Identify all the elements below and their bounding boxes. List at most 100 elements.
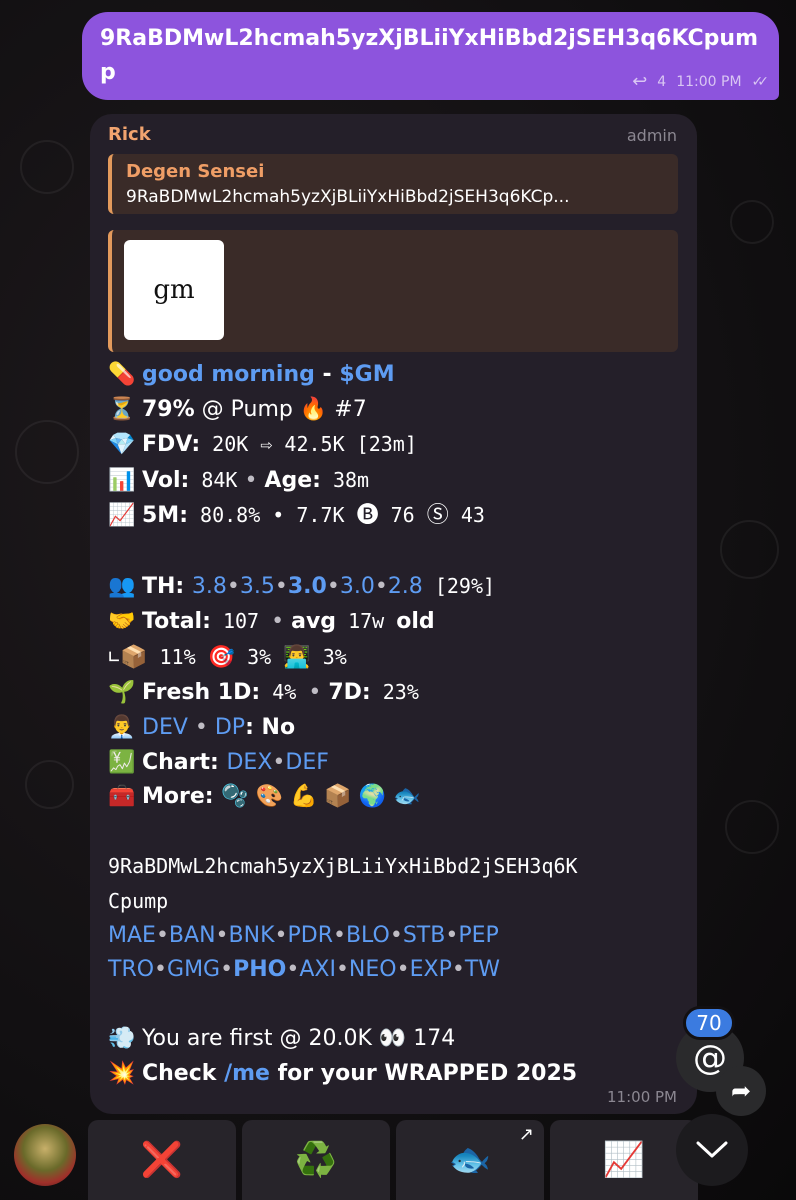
total-value: 107 [210,609,272,634]
preview-thumbnail: gm [124,240,224,340]
wrapped-line: 💥 Check /me for your WRAPPED 2025 [108,1057,685,1092]
link-pdr[interactable]: PDR [287,923,333,948]
dp-value: : No [245,714,296,740]
at-icon: @ [693,1038,727,1078]
holder-link[interactable]: 3.8 [192,574,227,599]
chart-up-icon: 📈 [108,503,136,529]
more-icons[interactable]: 🫧 🎨 💪 📦 🌍 🐟 [221,784,420,809]
keyboard-button-fish[interactable]: 🐟 ↗ [396,1120,544,1200]
link-mae[interactable]: MAE [108,923,156,948]
me-command-link[interactable]: /me [224,1061,270,1086]
link-stb[interactable]: STB [403,923,446,948]
link-bnk[interactable]: BNK [229,923,275,948]
link-ban[interactable]: BAN [169,923,216,948]
fire-icon: 🔥 [299,396,328,422]
cross-icon: ❌ [140,1140,184,1180]
links-row-2: TRO•GMG•PHO•AXI•NEO•EXP•TW [108,957,501,983]
keyboard-button-refresh[interactable]: ♻️ [242,1120,390,1200]
insider-percent: 3% [310,644,347,669]
five-min-label: 5M: [142,503,188,529]
handshake-icon: 🤝 [108,609,136,635]
link-gmg[interactable]: GMG [167,957,220,982]
links-row-1: MAE•BAN•BNK•PDR•BLO•STB•PEP [108,922,499,948]
fresh-label: Fresh 1D: [142,680,261,706]
recycle-icon: ♻️ [294,1140,338,1180]
forward-arrow-icon: ➦ [730,1077,752,1105]
background-doodle [15,420,79,484]
sells-icon: Ⓢ [426,503,449,529]
progress-percent: 79% [142,396,195,422]
link-blo[interactable]: BLO [346,923,390,948]
progress-line: ⏳ 79% @ Pump 🔥 #7 [108,393,685,428]
fresh-7d-label: 7D: [328,680,371,706]
sender-name[interactable]: Rick [108,124,151,145]
link-axi[interactable]: AXI [299,957,336,982]
dex-link[interactable]: DEX [226,750,272,775]
more-line: 🧰 More: 🫧 🎨 💪 📦 🌍 🐟 [108,780,685,815]
def-link[interactable]: DEF [285,750,329,775]
first-caller-mc: 20.0K [308,1026,372,1052]
link-tw[interactable]: TW [465,957,500,982]
volume-value: 84K [189,467,238,492]
holder-link[interactable]: 3.0 [340,574,375,599]
keyboard-button-chart[interactable]: 📈 [550,1120,698,1200]
token-name-link[interactable]: good morning [142,362,315,387]
incoming-message[interactable]: Rick admin Degen Sensei 9RaBDMwL2hcmah5y… [90,114,697,1114]
dev-line: 👨‍💼 DEV • DP: No [108,711,685,746]
contract-address-line-2[interactable]: Cpump [108,884,685,919]
first-caller-text: You are first @ [142,1026,309,1052]
keyboard-button-close[interactable]: ❌ [88,1120,236,1200]
link-tro[interactable]: TRO [108,957,154,982]
link-neo[interactable]: NEO [349,957,397,982]
link-pep[interactable]: PEP [458,923,498,948]
sells-value: 43 [448,503,485,528]
title-separator: - [314,362,340,387]
age-label: Age: [264,467,321,493]
background-doodle [25,760,74,809]
dash-icon: 💨 [108,1026,136,1052]
outgoing-message[interactable]: 9RaBDMwL2hcmah5yzXjBLiiYxHiBbd2jSEH3q6KC… [82,12,779,100]
holder-link[interactable]: 3.5 [240,574,275,599]
contract-address-line-1[interactable]: 9RaBDMwL2hcmah5yzXjBLiiYxHiBbd2jSEH3q6K [108,849,685,884]
top-holders-percent: [29%] [422,573,496,598]
old-label: old [396,609,435,635]
bar-chart-icon: 📊 [108,467,136,493]
background-doodle [20,140,74,194]
chart-label: Chart: [142,749,227,775]
holder-link[interactable]: 2.8 [388,574,423,599]
total-label: Total: [142,609,211,635]
dp-link[interactable]: DP [215,715,245,740]
fdv-value: 20K ⇨ 42.5K [23m] [200,432,417,457]
share-button[interactable]: ➦ [716,1066,766,1116]
read-ticks-icon: ✓✓ [751,73,770,90]
holder-link[interactable]: 3.0 [288,574,327,599]
token-ticker-link[interactable]: $GM [339,362,394,387]
link-preview[interactable]: gm [108,230,678,352]
avatar[interactable] [14,1124,76,1186]
seedling-icon: 🌱 [108,680,136,706]
target-icon: 🎯 [207,644,236,670]
reply-arrow-icon: ↩ [632,71,648,92]
five-min-line: 📈 5M: 80.8% • 7.7K 🅑 76 Ⓢ 43 [108,498,685,534]
fdv-line: 💎 FDV: 20K ⇨ 42.5K [23m] [108,427,685,463]
box-icon: 📦 [120,644,148,670]
message-time: 11:00 PM [676,73,742,90]
reply-quote[interactable]: Degen Sensei 9RaBDMwL2hcmah5yzXjBLiiYxHi… [108,154,678,214]
link-exp[interactable]: EXP [410,957,452,982]
sniper-percent: 3% [235,644,284,669]
top-holders-label: TH: [142,573,192,599]
link-pho[interactable]: PHO [233,957,286,982]
branch-arrow: ∟ [108,644,121,669]
holder-breakdown-line: ∟📦 11% 🎯 3% 👨‍💻 3% [108,640,685,676]
eyes-icon: 👀 [371,1026,407,1052]
progress-rank: #7 [327,396,367,422]
top-holders-line: 👥 TH: 3.8•3.5•3.0•3.0•2.8 [29%] [108,569,685,605]
scroll-down-button[interactable] [676,1114,748,1186]
dev-link[interactable]: DEV [142,715,188,740]
more-label: More: [142,784,222,810]
age-value: 38m [320,467,370,492]
chart-line: 💹 Chart: DEX•DEF [108,746,685,781]
avg-label: avg [291,609,337,635]
